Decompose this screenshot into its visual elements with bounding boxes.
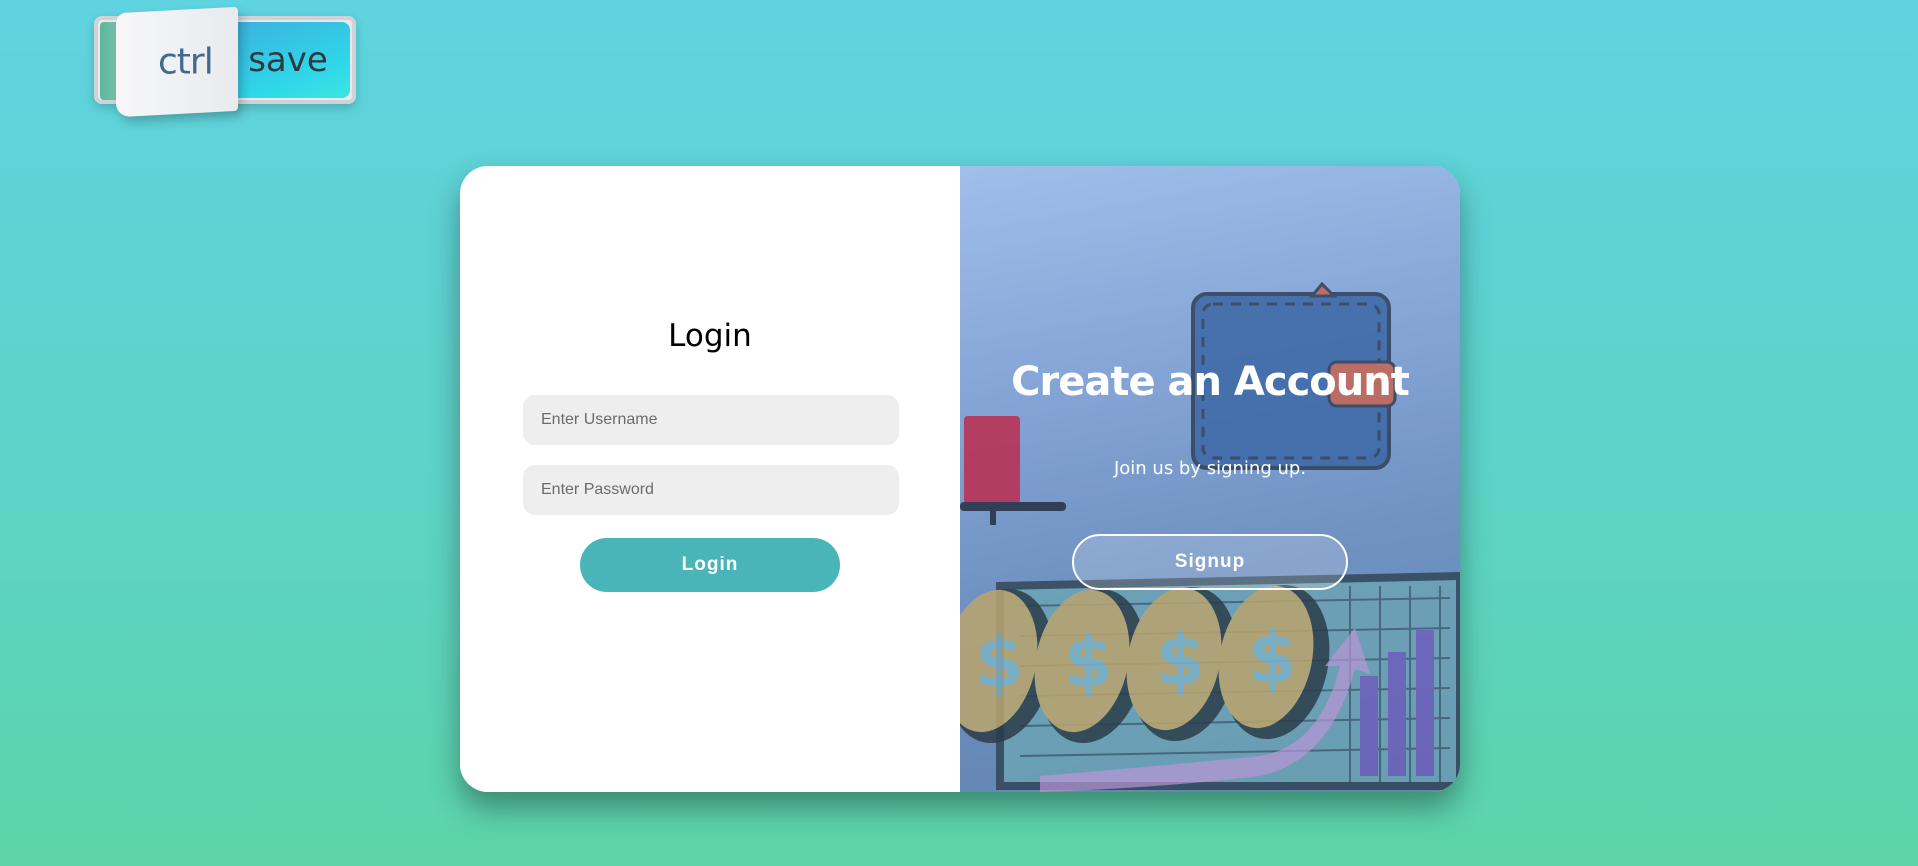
username-input[interactable] bbox=[523, 395, 899, 445]
panel-overlay bbox=[960, 166, 1460, 792]
logo-ctrl-key: ctrl bbox=[116, 6, 238, 118]
login-title: Login bbox=[668, 318, 752, 354]
signup-button[interactable]: Signup bbox=[1072, 534, 1348, 590]
signup-panel: $ $ $ $ Create an Account Join us by sig… bbox=[960, 166, 1460, 792]
auth-card: Login Login bbox=[460, 166, 1460, 792]
logo-save-text: save bbox=[248, 40, 328, 80]
password-input[interactable] bbox=[523, 465, 899, 515]
brand-logo[interactable]: save ctrl bbox=[94, 6, 356, 118]
create-account-title: Create an Account bbox=[1011, 359, 1410, 405]
signup-subtitle: Join us by signing up. bbox=[1113, 458, 1307, 479]
login-button[interactable]: Login bbox=[580, 538, 840, 592]
logo-save-key: save bbox=[226, 22, 350, 98]
login-panel: Login Login bbox=[460, 166, 960, 792]
logo-ctrl-text: ctrl bbox=[157, 41, 213, 83]
